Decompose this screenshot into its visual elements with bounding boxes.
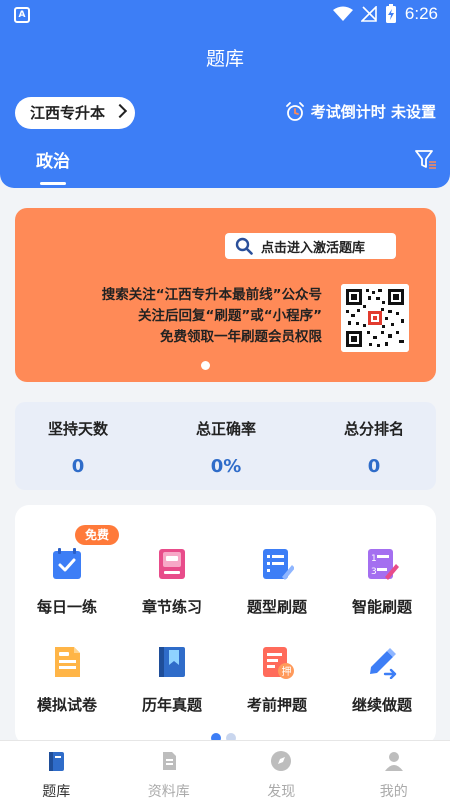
continue-pen-icon	[370, 648, 397, 680]
feature-label: 每日一练	[36, 598, 97, 616]
feature-continue-practice[interactable]: 继续做题	[332, 645, 432, 715]
status-bar: A 6:26	[0, 0, 450, 30]
banner-line-3: 免费领取一年刷题会员权限	[160, 329, 322, 345]
filter-icon[interactable]	[415, 150, 437, 170]
nav-item-question-bank[interactable]: 题库	[0, 741, 113, 800]
nav-label: 发现	[267, 784, 296, 800]
feature-label: 章节练习	[141, 598, 202, 616]
question-bank-icon	[49, 752, 65, 771]
bottom-nav: 题库 资料库 发现 我的	[0, 740, 450, 800]
banner-line-2: 关注后回复“刷题”或“小程序”	[138, 308, 322, 324]
nav-item-profile[interactable]: 我的	[338, 741, 450, 800]
activate-bank-label: 点击进入激活题库	[261, 240, 366, 256]
nav-label: 资料库	[147, 784, 190, 800]
stats-card: 坚持天数 0 总正确率 0% 总分排名 0	[15, 402, 436, 490]
nav-item-discover[interactable]: 发现	[225, 741, 338, 800]
feature-past-exams[interactable]: 历年真题	[122, 645, 222, 715]
stat-value: 0	[367, 456, 381, 477]
smart-numbered-list-icon: 13	[368, 549, 399, 580]
stat-label: 总正确率	[195, 420, 256, 438]
feature-label: 考前押题	[246, 696, 307, 714]
nav-label: 我的	[379, 784, 408, 800]
nav-label: 题库	[42, 784, 71, 800]
feature-predicted-questions[interactable]: 押 考前押题	[227, 645, 327, 715]
svg-text:押: 押	[282, 665, 292, 678]
no-signal-icon	[360, 6, 377, 22]
countdown-label: 考试倒计时 未设置	[310, 103, 436, 121]
feature-type-practice[interactable]: 题型刷题	[227, 547, 327, 617]
header: A 6:26 题库 江西专升本 考试倒计时 未设置 政治	[0, 0, 450, 188]
battery-charging-icon	[385, 4, 396, 23]
list-edit-icon	[263, 549, 295, 580]
banner-page-indicator	[201, 361, 210, 370]
free-badge: 免费	[75, 525, 119, 545]
activate-bank-button[interactable]: 点击进入激活题库	[225, 233, 396, 259]
stat-label: 坚持天数	[47, 420, 108, 438]
exam-countdown-button[interactable]: 考试倒计时 未设置	[285, 101, 436, 122]
past-exam-book-icon	[159, 647, 185, 677]
stat-days: 坚持天数 0	[8, 418, 148, 477]
chevron-right-icon	[112, 103, 128, 119]
feature-label: 历年真题	[141, 696, 202, 714]
banner-line-1: 搜索关注“江西专升本最前线”公众号	[101, 287, 322, 303]
feature-label: 模拟试卷	[36, 696, 97, 714]
alarm-clock-icon	[285, 101, 304, 121]
stat-label: 总分排名	[343, 420, 404, 438]
discover-icon	[271, 751, 292, 771]
nav-item-materials[interactable]: 资料库	[113, 741, 226, 800]
prediction-doc-icon: 押	[263, 647, 294, 679]
status-time: 6:26	[404, 4, 438, 23]
active-tab-indicator	[40, 182, 66, 185]
stat-value: 0%	[210, 456, 242, 477]
stat-ranking: 总分排名 0	[304, 418, 444, 477]
svg-text:3: 3	[371, 567, 377, 577]
feature-mock-paper[interactable]: 模拟试卷	[17, 645, 117, 715]
stat-value: 0	[71, 456, 85, 477]
region-label: 江西专升本	[30, 104, 106, 122]
feature-smart-practice[interactable]: 13 智能刷题	[332, 547, 432, 617]
mock-paper-icon	[55, 647, 80, 677]
banner-text: 搜索关注“江西专升本最前线”公众号 关注后回复“刷题”或“小程序” 免费领取一年…	[102, 285, 322, 348]
materials-icon	[162, 752, 176, 770]
wifi-icon	[332, 6, 353, 21]
page-title: 题库	[205, 48, 244, 70]
feature-label: 智能刷题	[351, 598, 412, 616]
search-icon	[235, 237, 253, 255]
chapter-book-icon	[159, 549, 185, 579]
feature-label: 题型刷题	[246, 598, 307, 616]
daily-check-icon	[53, 548, 81, 579]
app-notification-icon: A	[14, 7, 30, 23]
tab-politics[interactable]: 政治	[36, 147, 70, 172]
feature-daily-practice[interactable]: 每日一练	[17, 547, 117, 617]
status-icons: 6:26	[332, 4, 438, 24]
qr-code-image	[341, 284, 409, 352]
profile-icon	[384, 752, 403, 771]
stat-accuracy: 总正确率 0%	[156, 418, 296, 477]
svg-text:1: 1	[371, 554, 377, 564]
feature-label: 继续做题	[351, 696, 412, 714]
feature-chapter-practice[interactable]: 章节练习	[122, 547, 222, 617]
region-selector-button[interactable]: 江西专升本	[15, 97, 136, 129]
promo-banner[interactable]: 点击进入激活题库 搜索关注“江西专升本最前线”公众号 关注后回复“刷题”或“小程…	[15, 208, 436, 382]
